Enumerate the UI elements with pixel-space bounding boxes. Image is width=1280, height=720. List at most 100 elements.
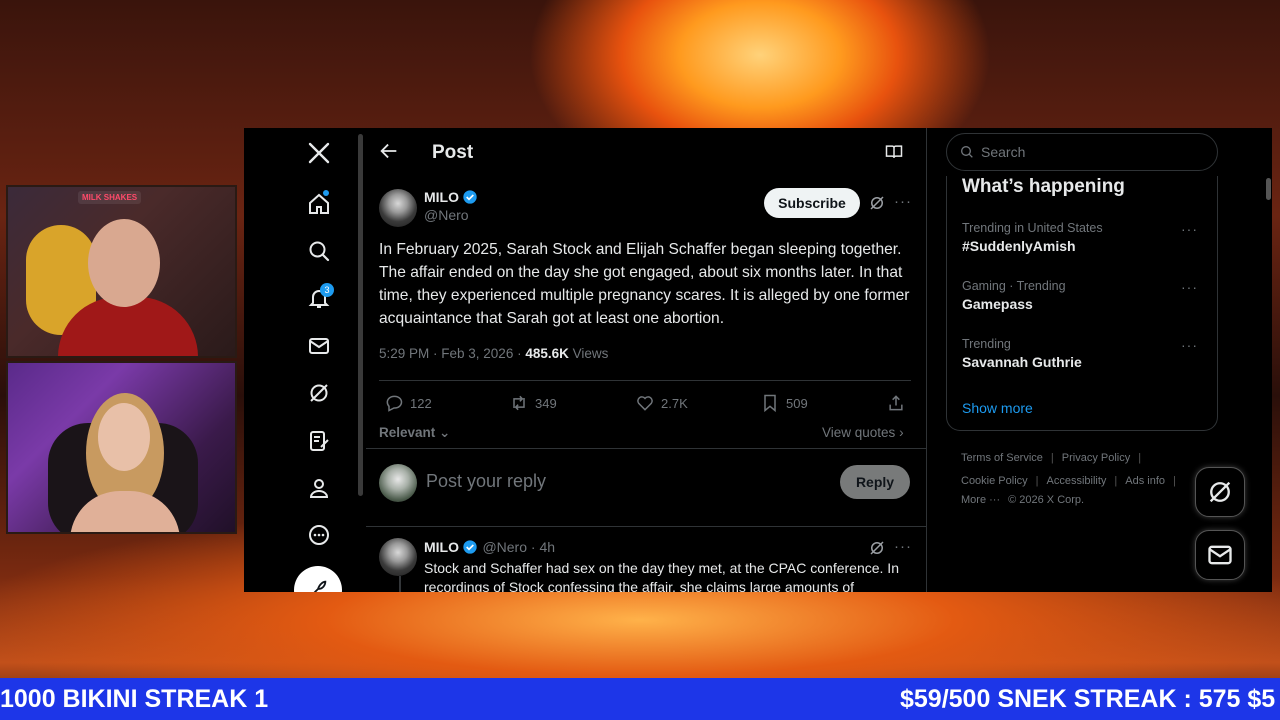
share-icon <box>889 395 903 411</box>
streamer-webcam-2 <box>6 361 237 534</box>
view-quotes-link[interactable]: View quotes › <box>822 425 904 440</box>
trend-more-icon[interactable]: ··· <box>1181 337 1198 353</box>
notifications-badge: 3 <box>320 283 334 297</box>
reply-more-icon[interactable]: ··· <box>894 538 912 556</box>
reply-input[interactable]: Post your reply <box>426 471 546 492</box>
trend-item[interactable]: Trending in United States #SuddenlyAmish… <box>962 221 1202 254</box>
reply-author-info: MILO @Nero · 4h <box>424 539 555 557</box>
nav-scrollbar[interactable] <box>358 134 363 496</box>
current-user-avatar[interactable] <box>379 464 417 502</box>
back-arrow-icon[interactable] <box>378 140 400 162</box>
streamer-webcam-1: MILK SHAKES <box>6 185 237 358</box>
grok-icon <box>1209 481 1231 503</box>
sort-label: Relevant <box>379 425 436 440</box>
bookmark-count: 509 <box>786 395 808 411</box>
ticker-left-text: 1000 BIKINI STREAK 1 <box>0 685 269 713</box>
reply-author-name[interactable]: MILO <box>424 539 459 555</box>
privacy-link[interactable]: Privacy Policy <box>1062 452 1130 464</box>
repost-icon <box>513 395 525 411</box>
more-menu-icon[interactable] <box>306 522 332 548</box>
streamer-head <box>98 403 150 471</box>
trend-item[interactable]: Gaming · Trending Gamepass ··· <box>962 279 1202 312</box>
trend-title: Gamepass <box>962 296 1033 312</box>
show-more-link[interactable]: Show more <box>962 400 1033 416</box>
reply-author-avatar[interactable] <box>379 538 417 576</box>
post-time[interactable]: 5:29 PM · Feb 3, 2026 · <box>379 346 525 361</box>
divider <box>366 448 927 449</box>
reply-text: Stock and Schaffer had sex on the day th… <box>424 560 899 592</box>
whats-happening-panel: What’s happening Trending in United Stat… <box>946 176 1218 431</box>
page-title: Post <box>432 142 474 163</box>
like-action[interactable]: 2.7K <box>635 392 688 414</box>
verified-badge-icon <box>463 540 477 554</box>
search-placeholder: Search <box>981 144 1026 160</box>
trend-item[interactable]: Trending Savannah Guthrie ··· <box>962 337 1202 370</box>
bookmark-icon <box>764 394 776 413</box>
footer-more-link[interactable]: More ··· <box>961 494 1000 506</box>
views-label: Views <box>568 346 609 361</box>
thread-line <box>399 576 401 592</box>
messages-icon[interactable] <box>306 333 332 359</box>
main-column: Post MILO @Nero Subscribe ··· In Februar… <box>366 128 927 592</box>
trend-category: Gaming · Trending <box>962 279 1066 293</box>
lists-icon[interactable] <box>306 428 332 454</box>
verified-badge-icon <box>463 190 477 204</box>
repost-count: 349 <box>535 395 557 411</box>
footer-row-3: More ··· © 2026 X Corp. <box>961 494 1084 506</box>
like-count: 2.7K <box>661 395 688 411</box>
copyright: © 2026 X Corp. <box>1008 494 1085 506</box>
accessibility-link[interactable]: Accessibility <box>1047 475 1107 487</box>
author-name[interactable]: MILO <box>424 189 459 205</box>
neon-sign: MILK SHAKES <box>78 191 142 204</box>
trend-title: #SuddenlyAmish <box>962 238 1076 254</box>
x-logo-icon[interactable] <box>306 140 332 166</box>
trend-more-icon[interactable]: ··· <box>1181 279 1198 295</box>
feather-icon <box>313 580 327 592</box>
messages-floating-button[interactable] <box>1195 530 1245 580</box>
home-unread-dot <box>323 190 329 196</box>
post-meta: 5:29 PM · Feb 3, 2026 · 485.6K Views <box>379 346 608 361</box>
grok-floating-button[interactable] <box>1195 467 1245 517</box>
subscribe-button[interactable]: Subscribe <box>764 188 860 218</box>
search-icon <box>961 146 973 158</box>
divider <box>379 380 911 381</box>
profile-icon[interactable] <box>306 475 332 501</box>
page-scrollbar[interactable] <box>1266 178 1271 200</box>
author-handle[interactable]: @Nero <box>424 207 478 223</box>
stream-ticker: 1000 BIKINI STREAK 1 $59/500 SNEK STREAK… <box>0 678 1280 720</box>
grok-explain-icon[interactable] <box>868 539 886 557</box>
view-quotes-label: View quotes <box>822 425 896 440</box>
right-sidebar: Search What’s happening Trending in Unit… <box>946 128 1272 592</box>
cookie-link[interactable]: Cookie Policy <box>961 475 1028 487</box>
chevron-right-icon: › <box>895 425 904 440</box>
share-action[interactable] <box>886 392 906 414</box>
repost-action[interactable]: 349 <box>509 392 557 414</box>
post-header: Post <box>366 128 927 176</box>
ticker-right-text: $59/500 SNEK STREAK : 575 $5 <box>900 685 1276 713</box>
views-count: 485.6K <box>525 346 569 361</box>
explore-icon[interactable] <box>306 238 332 264</box>
compose-post-button[interactable] <box>294 566 342 592</box>
x-app-window: 3 Post MILO @Nero Subscribe ··· In Febru… <box>244 128 1272 592</box>
reply-button[interactable]: Reply <box>840 465 910 499</box>
panel-title: What’s happening <box>962 176 1125 197</box>
heart-icon <box>637 396 653 411</box>
reply-action[interactable]: 122 <box>384 392 432 414</box>
left-nav: 3 <box>244 128 358 592</box>
reader-mode-icon[interactable] <box>884 142 904 162</box>
bookmark-action[interactable]: 509 <box>760 392 808 414</box>
grok-icon[interactable] <box>306 380 332 406</box>
ads-info-link[interactable]: Ads info <box>1125 475 1165 487</box>
search-input[interactable]: Search <box>946 133 1218 171</box>
trend-more-icon[interactable]: ··· <box>1181 221 1198 237</box>
author-info: MILO @Nero <box>424 189 478 223</box>
reply-author-handle[interactable]: @Nero · 4h <box>482 539 555 555</box>
footer-row-1: Terms of Service | Privacy Policy | <box>961 452 1142 464</box>
post-more-icon[interactable]: ··· <box>894 193 912 211</box>
author-avatar[interactable] <box>379 189 417 227</box>
terms-link[interactable]: Terms of Service <box>961 452 1043 464</box>
footer-row-2: Cookie Policy | Accessibility | Ads info | <box>961 475 1176 487</box>
reply-sort-dropdown[interactable]: Relevant ⌄ <box>379 425 450 441</box>
grok-explain-icon[interactable] <box>868 194 886 212</box>
reply-icon <box>386 395 403 412</box>
